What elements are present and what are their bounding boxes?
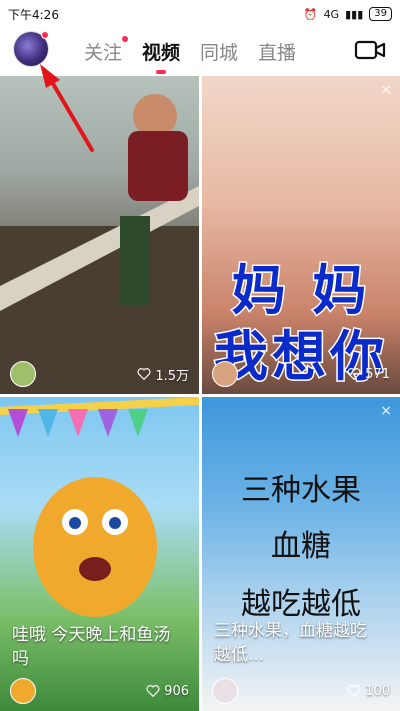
card-3-footer: 906 [0, 671, 199, 711]
like-count-value: 1.5万 [155, 368, 189, 384]
top-header: 关注 视频 同城 直播 [0, 28, 400, 74]
heart-icon [146, 685, 160, 698]
card-4-caption: 三种水果，血糖越吃 越低... [214, 619, 390, 667]
tab-local[interactable]: 同城 [200, 38, 238, 65]
tab-video[interactable]: 视频 [142, 38, 180, 65]
notification-dot [41, 31, 49, 39]
status-time: 下午4:26 [8, 7, 59, 22]
card-2-footer: 571 [202, 354, 400, 394]
feed-card-2[interactable]: × 妈 妈 我想你 571 [202, 76, 400, 394]
tab-follow-label: 关注 [84, 41, 123, 64]
author-avatar[interactable] [212, 678, 238, 704]
tab-local-label: 同城 [200, 41, 239, 64]
tab-live[interactable]: 直播 [258, 38, 296, 65]
card-3-caption: 哇哦 今天晚上和鱼汤 吗 [12, 623, 189, 671]
feed-card-4[interactable]: × 三种水果 血糖 越吃越低 三种水果，血糖越吃 越低... 100 [202, 397, 400, 711]
like-count: 906 [146, 684, 189, 699]
feed-card-1[interactable]: 1.5万 [0, 76, 199, 394]
tab-follow-dot [122, 35, 129, 42]
heart-icon [347, 685, 361, 698]
author-avatar[interactable] [10, 678, 36, 704]
battery-indicator: 39 [369, 7, 392, 21]
fishing-scene-image [0, 94, 199, 394]
video-feed: 1.5万 × 妈 妈 我想你 571 哇哦 今天晚上和鱼汤 吗 906 × 三种… [0, 76, 400, 711]
caption-line-2: 越低... [214, 645, 265, 665]
card-4-title-line-1: 三种水果 [241, 473, 361, 508]
card-4-title-line-3: 越吃越低 [241, 587, 361, 622]
card-4-footer: 100 [202, 671, 400, 711]
top-tabs: 关注 视频 同城 直播 [84, 28, 296, 74]
caption-line-2: 吗 [12, 649, 29, 669]
heart-icon [347, 368, 361, 381]
like-count: 1.5万 [137, 365, 189, 384]
author-avatar[interactable] [10, 361, 36, 387]
video-camera-icon[interactable] [354, 38, 386, 62]
alarm-icon: ⏰ [303, 7, 318, 21]
close-icon[interactable]: × [380, 403, 392, 419]
like-count: 571 [347, 367, 390, 382]
like-count-value: 100 [365, 683, 390, 699]
user-avatar[interactable] [14, 31, 49, 66]
network-label: 4G [323, 7, 340, 21]
author-avatar[interactable] [212, 361, 238, 387]
caption-line-1: 三种水果，血糖越吃 [214, 621, 367, 641]
like-count: 100 [347, 684, 390, 699]
card-4-title-line-2: 血糖 [271, 529, 331, 564]
tab-live-label: 直播 [258, 41, 297, 64]
like-count-value: 571 [365, 366, 390, 382]
tab-follow[interactable]: 关注 [84, 35, 129, 65]
signal-icon: ▮▮▮ [345, 7, 364, 21]
heart-icon [137, 368, 151, 381]
status-bar: 下午4:26 ⏰ 4G ▮▮▮ 39 [0, 0, 400, 28]
card-1-footer: 1.5万 [0, 354, 199, 394]
tab-video-label: 视频 [142, 41, 181, 64]
close-icon[interactable]: × [380, 82, 392, 98]
caption-line-1: 哇哦 今天晚上和鱼汤 [12, 625, 171, 645]
like-count-value: 906 [164, 683, 189, 699]
status-icons: ⏰ 4G ▮▮▮ 39 [304, 7, 392, 21]
feed-card-3[interactable]: 哇哦 今天晚上和鱼汤 吗 906 [0, 397, 199, 711]
